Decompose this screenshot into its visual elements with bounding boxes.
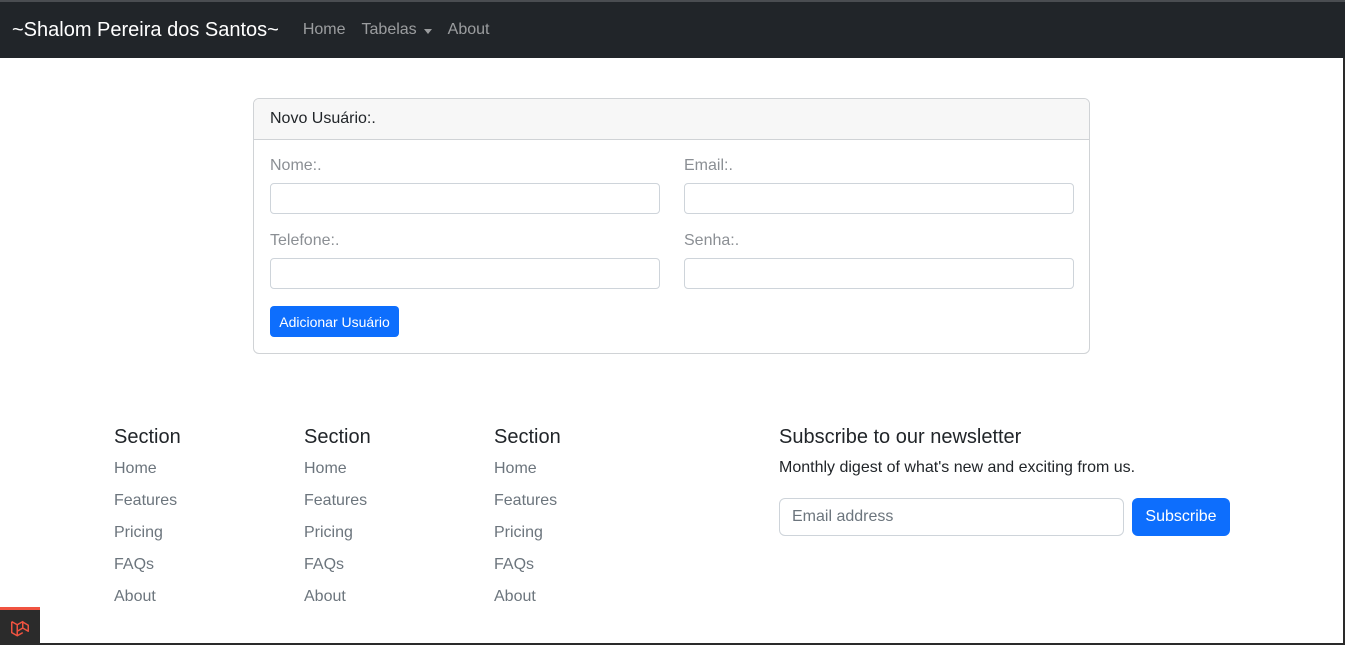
new-user-card: Novo Usuário:. Nome:. Email:. Telefone:.… xyxy=(253,98,1090,354)
telefone-input[interactable] xyxy=(270,258,660,289)
footer-link-faqs[interactable]: FAQs xyxy=(114,549,181,581)
card-header: Novo Usuário:. xyxy=(254,99,1089,140)
add-user-button[interactable]: Adicionar Usuário xyxy=(270,306,399,337)
footer-link-about[interactable]: About xyxy=(304,581,371,613)
nome-label: Nome:. xyxy=(270,157,322,174)
footer-link-home[interactable]: Home xyxy=(114,453,181,485)
subscribe-button[interactable]: Subscribe xyxy=(1132,498,1230,536)
email-input[interactable] xyxy=(684,183,1074,214)
footer-section-1: Section Home Features Pricing FAQs About xyxy=(114,426,181,613)
email-field-group: Email:. xyxy=(684,157,1074,214)
nav-link-home[interactable]: Home xyxy=(303,21,346,39)
nome-field-group: Nome:. xyxy=(270,157,660,214)
footer-section-title: Section xyxy=(304,426,371,448)
footer-link-features[interactable]: Features xyxy=(304,485,371,517)
senha-label: Senha:. xyxy=(684,232,740,249)
caret-down-icon xyxy=(423,28,432,34)
footer-link-features[interactable]: Features xyxy=(114,485,181,517)
telefone-label: Telefone:. xyxy=(270,232,340,249)
footer-link-home[interactable]: Home xyxy=(494,453,561,485)
nome-input[interactable] xyxy=(270,183,660,214)
laravel-icon xyxy=(11,620,29,637)
nav-dropdown-tabelas[interactable]: Tabelas xyxy=(362,21,432,39)
footer-link-about[interactable]: About xyxy=(114,581,181,613)
footer-link-features[interactable]: Features xyxy=(494,485,561,517)
telefone-field-group: Telefone:. xyxy=(270,232,660,289)
footer-section-2: Section Home Features Pricing FAQs About xyxy=(304,426,371,613)
footer-link-home[interactable]: Home xyxy=(304,453,371,485)
senha-field-group: Senha:. xyxy=(684,232,1074,289)
newsletter-email-input[interactable]: Email address xyxy=(779,498,1124,536)
footer-section-title: Section xyxy=(114,426,181,448)
footer-link-pricing[interactable]: Pricing xyxy=(494,517,561,549)
nav-link-about[interactable]: About xyxy=(448,21,490,39)
footer-link-faqs[interactable]: FAQs xyxy=(304,549,371,581)
footer-section-3: Section Home Features Pricing FAQs About xyxy=(494,426,561,613)
email-label: Email:. xyxy=(684,157,733,174)
footer-link-about[interactable]: About xyxy=(494,581,561,613)
nav-link-home-label: Home xyxy=(302,21,346,38)
navbar-brand[interactable]: ~Shalom Pereira dos Santos~ xyxy=(12,19,279,42)
debugbar-toggle[interactable] xyxy=(0,607,40,645)
navbar: ~Shalom Pereira dos Santos~ Home Tabelas… xyxy=(0,0,1345,58)
newsletter-title: Subscribe to our newsletter xyxy=(779,426,1022,448)
newsletter-section: Subscribe to our newsletter Monthly dige… xyxy=(779,426,1239,536)
senha-input[interactable] xyxy=(684,258,1074,289)
footer-link-pricing[interactable]: Pricing xyxy=(304,517,371,549)
footer-link-pricing[interactable]: Pricing xyxy=(114,517,181,549)
newsletter-description: Monthly digest of what's new and excitin… xyxy=(779,459,1136,476)
footer-section-title: Section xyxy=(494,426,561,448)
nav-link-about-label: About xyxy=(447,21,490,38)
nav-dropdown-tabelas-label: Tabelas xyxy=(361,21,417,38)
footer-link-faqs[interactable]: FAQs xyxy=(494,549,561,581)
